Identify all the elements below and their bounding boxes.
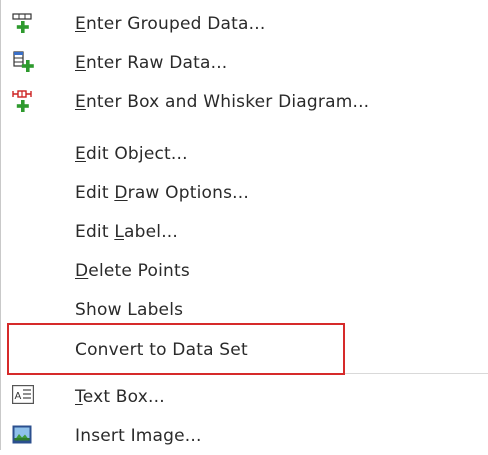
menu-item-insert-image[interactable]: Insert Image... [1, 416, 488, 455]
menu-item-label: Delete Points [75, 260, 190, 281]
menu-item-label: Edit Label... [75, 221, 179, 242]
highlight-box [7, 323, 345, 375]
svg-text:A: A [15, 391, 22, 402]
image-icon [12, 425, 32, 448]
menu-item-enter-raw-data[interactable]: Enter Raw Data... [1, 43, 488, 82]
menu-item-edit-draw-options[interactable]: Edit Draw Options... [1, 173, 488, 212]
context-menu: Enter Grouped Data... Enter Raw Data... [0, 0, 488, 450]
menu-item-label: Edit Draw Options... [75, 182, 249, 203]
menu-item-label: Enter Raw Data... [75, 52, 228, 73]
menu-item-label: Show Labels [75, 299, 184, 320]
box-whisker-plus-icon [12, 89, 36, 117]
menu-item-enter-box-whisker[interactable]: Enter Box and Whisker Diagram... [1, 82, 488, 121]
menu-item-edit-label[interactable]: Edit Label... [1, 212, 488, 251]
menu-item-label: Edit Object... [75, 143, 188, 164]
menu-item-delete-points[interactable]: Delete Points [1, 251, 488, 290]
menu-item-label: Enter Box and Whisker Diagram... [75, 91, 370, 112]
menu-item-enter-grouped-data[interactable]: Enter Grouped Data... [1, 4, 488, 43]
grouped-data-plus-icon [12, 12, 34, 38]
menu-item-edit-object[interactable]: Edit Object... [1, 134, 488, 173]
menu-item-label: Insert Image... [75, 425, 202, 446]
menu-item-label: Text Box... [75, 386, 165, 407]
text-box-icon: A [12, 385, 34, 409]
menu-item-label: Enter Grouped Data... [75, 13, 266, 34]
menu-item-text-box[interactable]: A Text Box... [1, 377, 488, 416]
raw-data-plus-icon [12, 50, 36, 78]
